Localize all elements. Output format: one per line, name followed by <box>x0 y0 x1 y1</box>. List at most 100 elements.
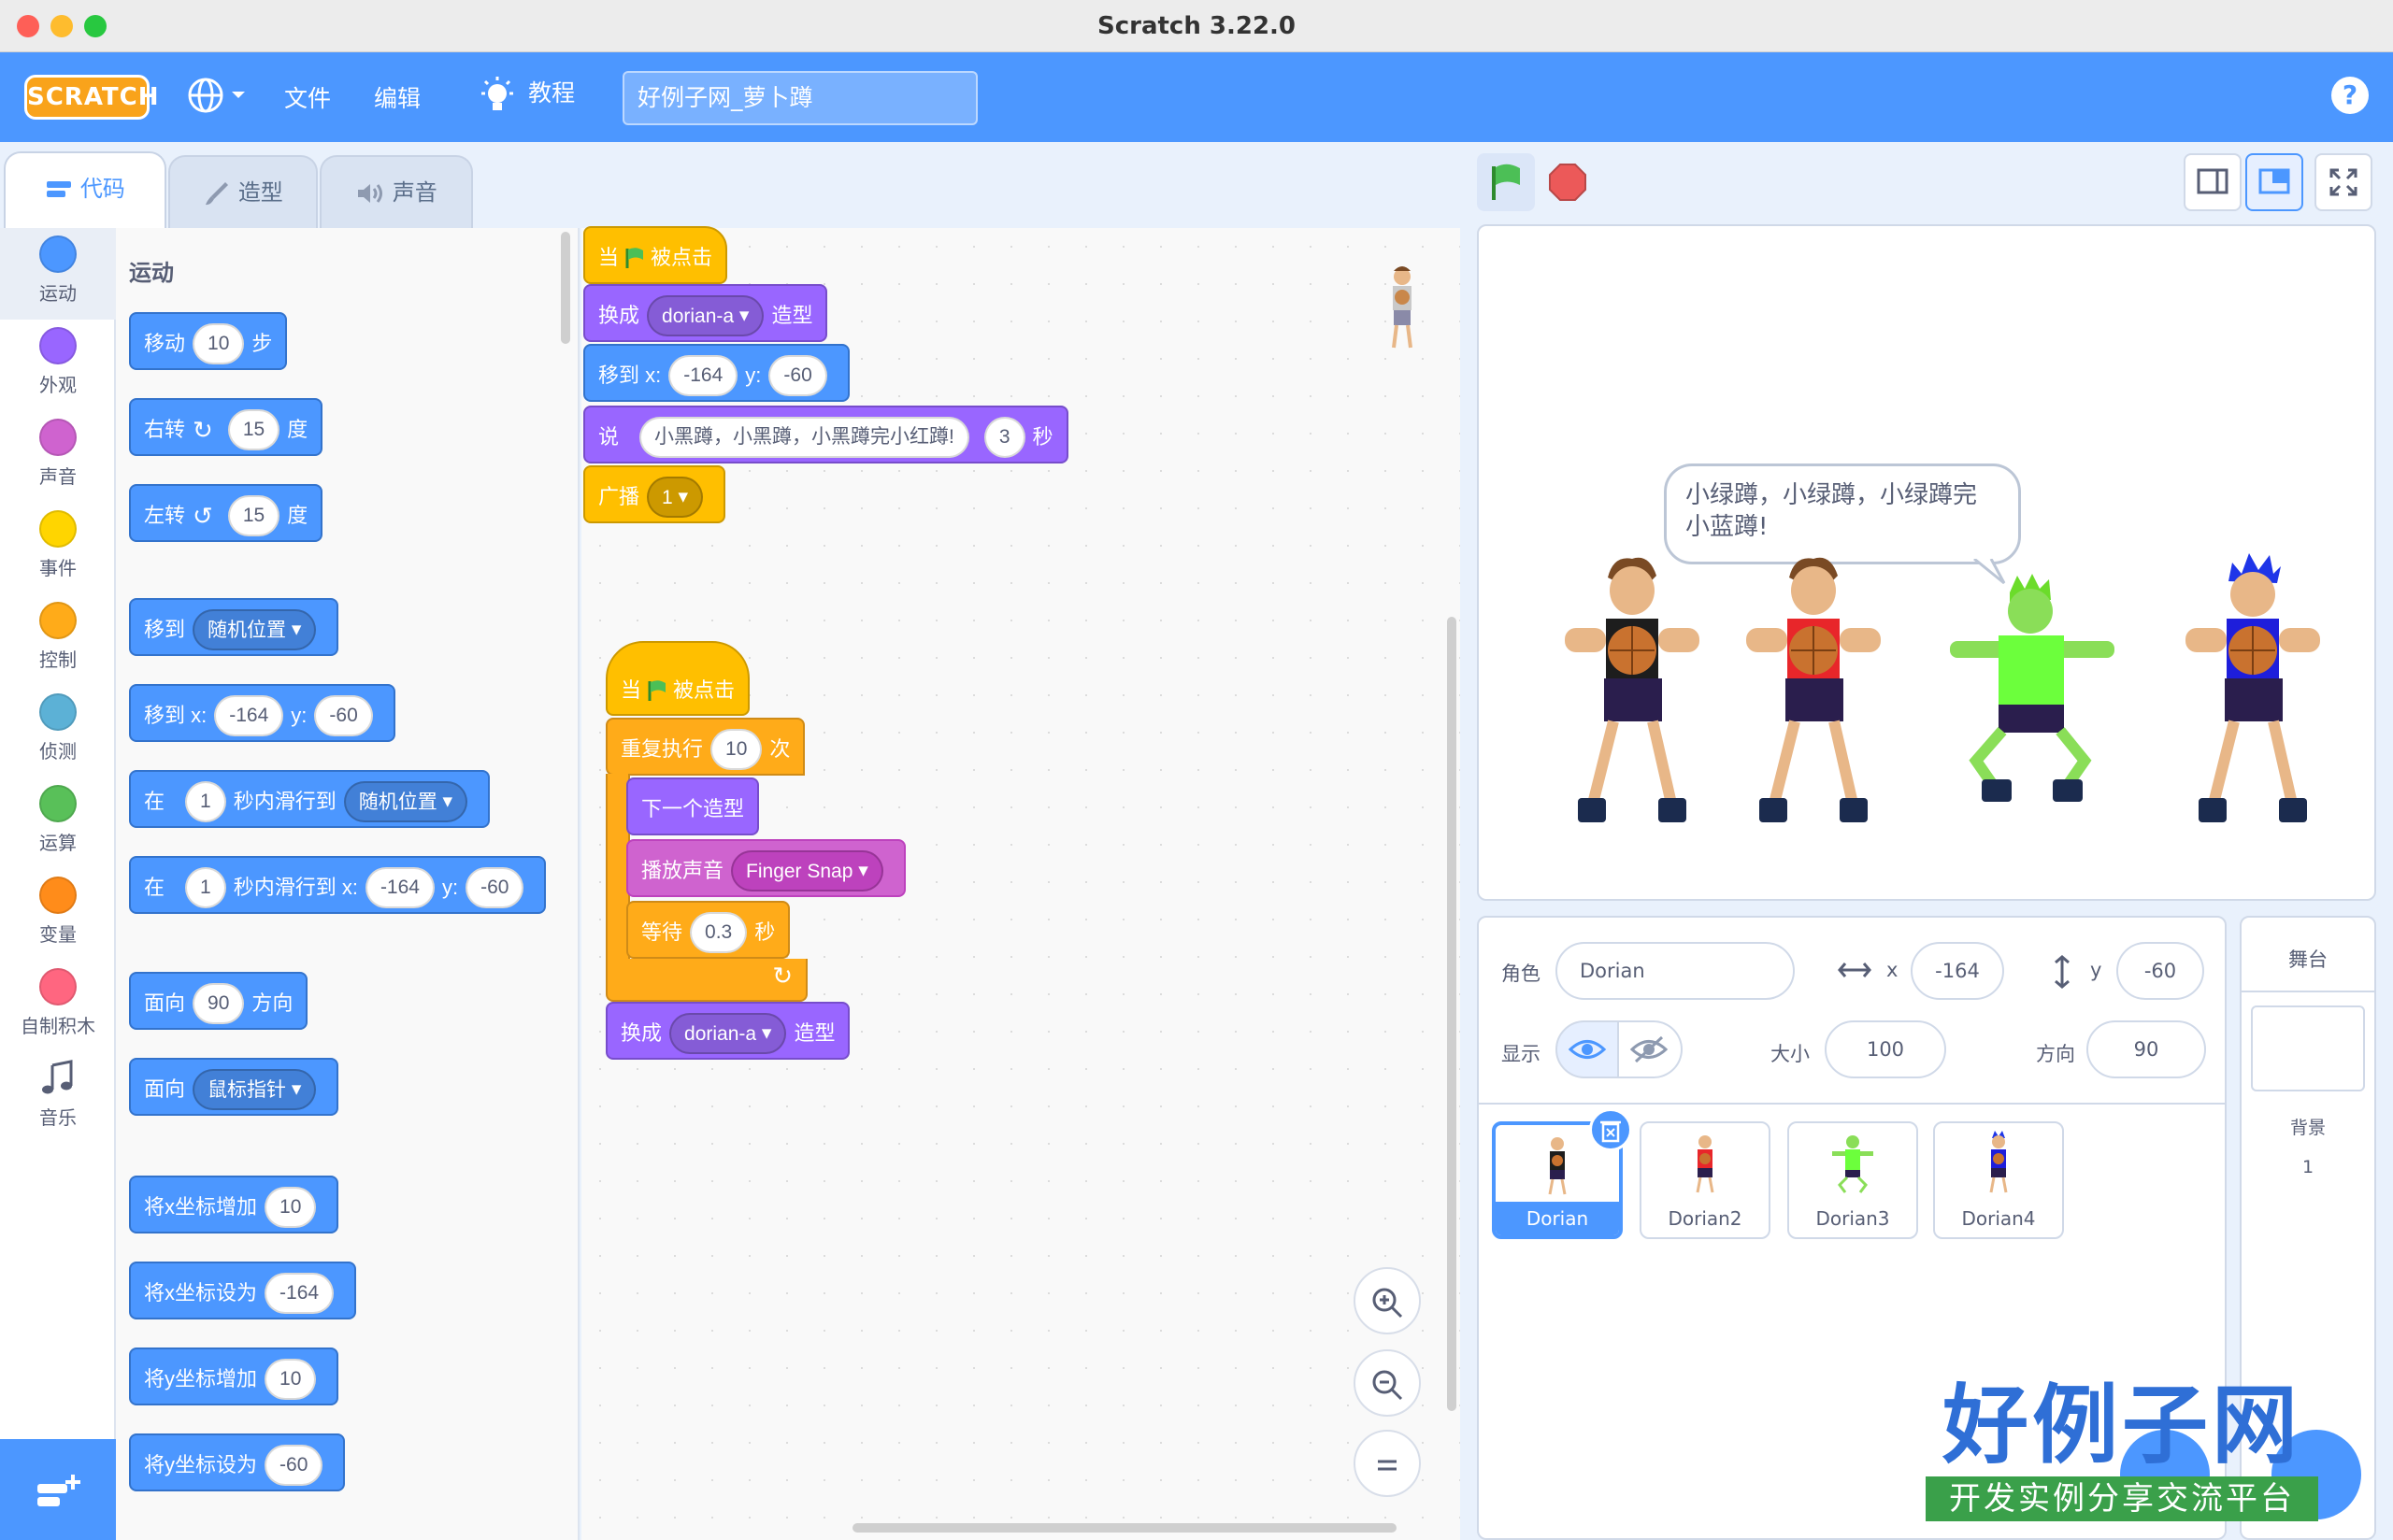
add-extension-button[interactable] <box>0 1439 116 1540</box>
stop-button[interactable] <box>1548 163 1587 202</box>
block-point-towards[interactable]: 面向 鼠标指针 ▾ <box>129 1058 339 1116</box>
block-dropdown[interactable]: Finger Snap ▾ <box>731 850 883 892</box>
block-set-x[interactable]: 将x坐标设为 -164 <box>129 1262 357 1319</box>
block-goto-xy[interactable]: 移到 x: -164 y: -60 <box>129 684 395 742</box>
help-icon[interactable]: ? <box>2331 77 2369 114</box>
show-visible-button[interactable] <box>1555 1020 1619 1078</box>
block-input[interactable]: 10 <box>265 1359 317 1401</box>
category-events[interactable]: 事件 <box>0 503 116 594</box>
block-dropdown[interactable]: 1 ▾ <box>647 477 704 519</box>
scratch-logo[interactable]: SCRATCH <box>24 75 159 120</box>
category-looks[interactable]: 外观 <box>0 320 116 411</box>
category-control[interactable]: 控制 <box>0 594 116 686</box>
block-glide-xy[interactable]: 在 1 秒内滑行到 x: -164 y: -60 <box>129 856 547 914</box>
block-dropdown[interactable]: dorian-a ▾ <box>669 1013 787 1055</box>
block-goto[interactable]: 移到 随机位置 ▾ <box>129 598 339 656</box>
stage-canvas[interactable]: 小绿蹲，小绿蹲，小绿蹲完小蓝蹲! <box>1477 224 2376 901</box>
zoom-out-button[interactable] <box>1354 1349 1421 1417</box>
zoom-in-button[interactable] <box>1354 1267 1421 1334</box>
category-my-blocks[interactable]: 自制积木 <box>0 961 116 1052</box>
block-dropdown[interactable]: dorian-a ▾ <box>647 295 765 337</box>
block-turn-left[interactable]: 左转 ↺ 15 度 <box>129 484 323 542</box>
backdrop-thumbnail[interactable] <box>2251 1005 2365 1091</box>
block-input[interactable]: -164 <box>265 1273 335 1315</box>
block-goto-xy[interactable]: 移到 x: -164 y: -60 <box>583 344 850 402</box>
block-play-sound[interactable]: 播放声音 Finger Snap ▾ <box>626 839 906 897</box>
category-music[interactable]: 音乐 <box>0 1052 116 1144</box>
block-input[interactable]: -60 <box>314 695 373 737</box>
block-repeat[interactable]: 重复执行 10 次 <box>606 718 806 776</box>
size-input[interactable]: 100 <box>1825 1020 1946 1078</box>
workspace-horizontal-scrollbar[interactable] <box>853 1523 1397 1533</box>
category-sound[interactable]: 声音 <box>0 411 116 503</box>
block-dropdown[interactable]: 鼠标指针 ▾ <box>193 1069 317 1111</box>
block-input[interactable]: 3 <box>983 417 1025 459</box>
block-input[interactable]: -164 <box>365 867 435 909</box>
menu-file[interactable]: 文件 <box>284 80 331 114</box>
block-input[interactable]: 90 <box>193 983 245 1025</box>
block-switch-costume[interactable]: 换成 dorian-a ▾ 造型 <box>606 1002 851 1060</box>
show-hidden-button[interactable] <box>1619 1020 1683 1078</box>
block-broadcast[interactable]: 广播 1 ▾ <box>583 465 726 523</box>
block-say-for-secs[interactable]: 说小黑蹲，小黑蹲，小黑蹲完小红蹲! 3 秒 <box>583 406 1068 463</box>
block-input[interactable]: 10 <box>265 1187 317 1229</box>
block-input[interactable]: 1 <box>185 867 226 909</box>
block-input[interactable]: 10 <box>710 729 763 771</box>
close-window-button[interactable] <box>17 15 39 37</box>
zoom-window-button[interactable] <box>84 15 107 37</box>
dancer-sprite-black[interactable] <box>1559 553 1709 843</box>
block-input[interactable]: 1 <box>185 781 226 823</box>
block-change-y[interactable]: 将y坐标增加 10 <box>129 1348 339 1405</box>
x-input[interactable]: -164 <box>1911 942 2004 1000</box>
block-input[interactable]: -60 <box>466 867 524 909</box>
block-input[interactable]: -60 <box>768 355 827 397</box>
block-input[interactable]: -60 <box>265 1445 323 1487</box>
large-stage-button[interactable] <box>2245 153 2303 211</box>
sprite-tile-dorian3[interactable]: Dorian3 <box>1787 1121 1918 1239</box>
minimize-window-button[interactable] <box>50 15 73 37</box>
block-dropdown[interactable]: 随机位置 ▾ <box>343 781 468 823</box>
block-switch-costume[interactable]: 换成 dorian-a ▾ 造型 <box>583 284 828 342</box>
block-when-flag-clicked[interactable]: 当被点击 <box>606 641 751 716</box>
zoom-reset-button[interactable] <box>1354 1430 1421 1497</box>
menu-tutorials[interactable]: 教程 <box>479 75 575 120</box>
dancer-sprite-green[interactable] <box>1944 574 2122 817</box>
category-sensing[interactable]: 侦测 <box>0 686 116 777</box>
block-input[interactable]: -164 <box>668 355 738 397</box>
block-move-steps[interactable]: 移动 10 步 <box>129 312 288 370</box>
tab-code[interactable]: 代码 <box>4 151 166 228</box>
block-wait[interactable]: 等待 0.3 秒 <box>626 901 791 959</box>
direction-input[interactable]: 90 <box>2086 1020 2206 1078</box>
dancer-sprite-blue[interactable] <box>2180 553 2329 843</box>
y-input[interactable]: -60 <box>2116 942 2204 1000</box>
small-stage-button[interactable] <box>2184 153 2242 211</box>
language-menu[interactable] <box>187 77 258 118</box>
delete-sprite-button[interactable] <box>1589 1108 1632 1151</box>
sprite-tile-dorian4[interactable]: Dorian4 <box>1933 1121 2064 1239</box>
menu-edit[interactable]: 编辑 <box>374 80 421 114</box>
block-point-direction[interactable]: 面向 90 方向 <box>129 972 308 1030</box>
block-dropdown[interactable]: 随机位置 ▾ <box>193 609 317 651</box>
block-input[interactable]: 15 <box>227 495 280 537</box>
palette-scrollbar[interactable] <box>561 232 570 344</box>
block-turn-right[interactable]: 右转 ↻ 15 度 <box>129 398 323 456</box>
tab-sounds[interactable]: 声音 <box>320 155 473 228</box>
category-operators[interactable]: 运算 <box>0 777 116 869</box>
category-motion[interactable]: 运动 <box>0 228 116 320</box>
block-when-flag-clicked[interactable]: 当被点击 <box>583 226 728 284</box>
dancer-sprite-red[interactable] <box>1741 553 1890 843</box>
block-glide-to[interactable]: 在 1 秒内滑行到 随机位置 ▾ <box>129 770 491 828</box>
sprite-name-input[interactable]: Dorian <box>1555 942 1795 1000</box>
block-input[interactable]: -164 <box>214 695 284 737</box>
block-change-x[interactable]: 将x坐标增加 10 <box>129 1176 339 1233</box>
fullscreen-button[interactable] <box>2314 153 2372 211</box>
block-input[interactable]: 15 <box>227 409 280 451</box>
category-variables[interactable]: 变量 <box>0 869 116 961</box>
block-input[interactable]: 小黑蹲，小黑蹲，小黑蹲完小红蹲! <box>639 417 969 459</box>
project-title-input[interactable]: 好例子网_萝卜蹲 <box>623 71 978 125</box>
workspace-vertical-scrollbar[interactable] <box>1447 617 1456 1411</box>
sprite-tile-dorian2[interactable]: Dorian2 <box>1640 1121 1770 1239</box>
block-input[interactable]: 10 <box>193 323 245 365</box>
block-input[interactable]: 0.3 <box>690 912 748 954</box>
green-flag-button[interactable] <box>1477 153 1535 211</box>
